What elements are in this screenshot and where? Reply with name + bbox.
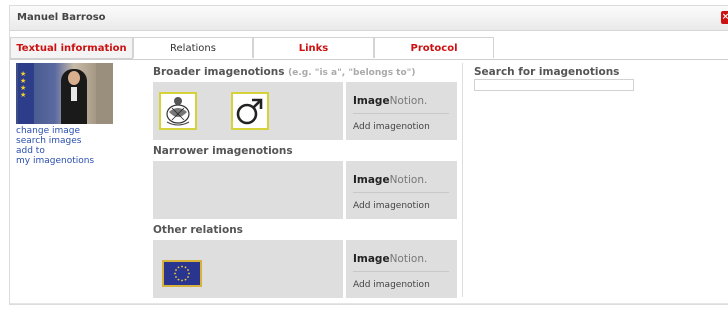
search-label: Search for imagenotions	[474, 66, 620, 78]
close-icon[interactable]: ×	[721, 11, 728, 24]
broader-heading-text: Broader imagenotions	[153, 66, 285, 78]
background-pillar	[96, 63, 113, 124]
mars-symbol-thumbnail[interactable]	[231, 92, 269, 130]
title-bar: Manuel Barroso ×	[10, 6, 728, 31]
divider	[353, 113, 449, 114]
add-imagenotion-button[interactable]: Add imagenotion	[353, 122, 430, 132]
search-images-link[interactable]: search images	[16, 136, 116, 146]
narrower-heading: Narrower imagenotions	[153, 145, 293, 157]
imagenotion-logo: ImageNotion.	[353, 174, 427, 186]
logo-notion: Notion.	[389, 174, 428, 186]
change-image-link[interactable]: change image	[16, 126, 116, 136]
divider	[353, 271, 449, 272]
tab-bar: Textual information Relations Links Prot…	[10, 37, 728, 60]
portrait-image: ★ ★ ★ ★	[16, 63, 113, 124]
tab-protocol[interactable]: Protocol	[374, 37, 494, 58]
other-heading: Other relations	[153, 224, 243, 236]
flag-stars: ★ ★ ★ ★	[20, 70, 27, 99]
other-dropzone[interactable]	[153, 240, 343, 298]
broader-actions: ImageNotion. Add imagenotion	[346, 82, 457, 140]
broader-dropzone[interactable]	[153, 82, 343, 140]
tab-links[interactable]: Links	[253, 37, 374, 58]
add-imagenotion-button[interactable]: Add imagenotion	[353, 201, 430, 211]
logo-image: Image	[353, 95, 390, 107]
narrower-row: ImageNotion. Add imagenotion	[153, 161, 457, 219]
other-row: ImageNotion. Add imagenotion	[153, 240, 457, 298]
divider	[353, 192, 449, 193]
eu-flag-icon	[164, 262, 200, 285]
add-imagenotion-button[interactable]: Add imagenotion	[353, 280, 430, 290]
logo-image: Image	[353, 253, 390, 265]
my-imagenotions-link[interactable]: my imagenotions	[16, 156, 116, 166]
imagenotion-logo: ImageNotion.	[353, 253, 427, 265]
logo-image: Image	[353, 174, 390, 186]
bottom-divider	[10, 303, 728, 304]
broader-row: ImageNotion. Add imagenotion	[153, 82, 457, 140]
search-panel: Search for imagenotions	[462, 63, 713, 297]
imagenotion-logo: ImageNotion.	[353, 95, 427, 107]
eu-flag-thumbnail[interactable]	[162, 260, 202, 287]
tab-relations[interactable]: Relations	[133, 37, 253, 58]
narrower-actions: ImageNotion. Add imagenotion	[346, 161, 457, 219]
other-actions: ImageNotion. Add imagenotion	[346, 240, 457, 298]
seal-icon	[161, 94, 195, 128]
seal-thumbnail[interactable]	[159, 92, 197, 130]
person-face	[68, 71, 80, 85]
search-imagenotions-input[interactable]	[474, 79, 634, 91]
person-shirt	[71, 87, 77, 101]
relations-panel: Broader imagenotions (e.g. "is a", "belo…	[153, 64, 457, 301]
add-to-link[interactable]: add to	[16, 146, 116, 156]
broader-hint: (e.g. "is a", "belongs to")	[288, 68, 416, 78]
tab-textual-information[interactable]: Textual information	[10, 37, 133, 59]
window-title: Manuel Barroso	[17, 12, 106, 23]
broader-heading: Broader imagenotions (e.g. "is a", "belo…	[153, 64, 457, 82]
image-panel: ★ ★ ★ ★ change image search images add t…	[16, 63, 116, 166]
narrower-dropzone[interactable]	[153, 161, 343, 219]
logo-notion: Notion.	[389, 253, 428, 265]
mars-symbol-icon	[233, 94, 267, 128]
logo-notion: Notion.	[389, 95, 428, 107]
